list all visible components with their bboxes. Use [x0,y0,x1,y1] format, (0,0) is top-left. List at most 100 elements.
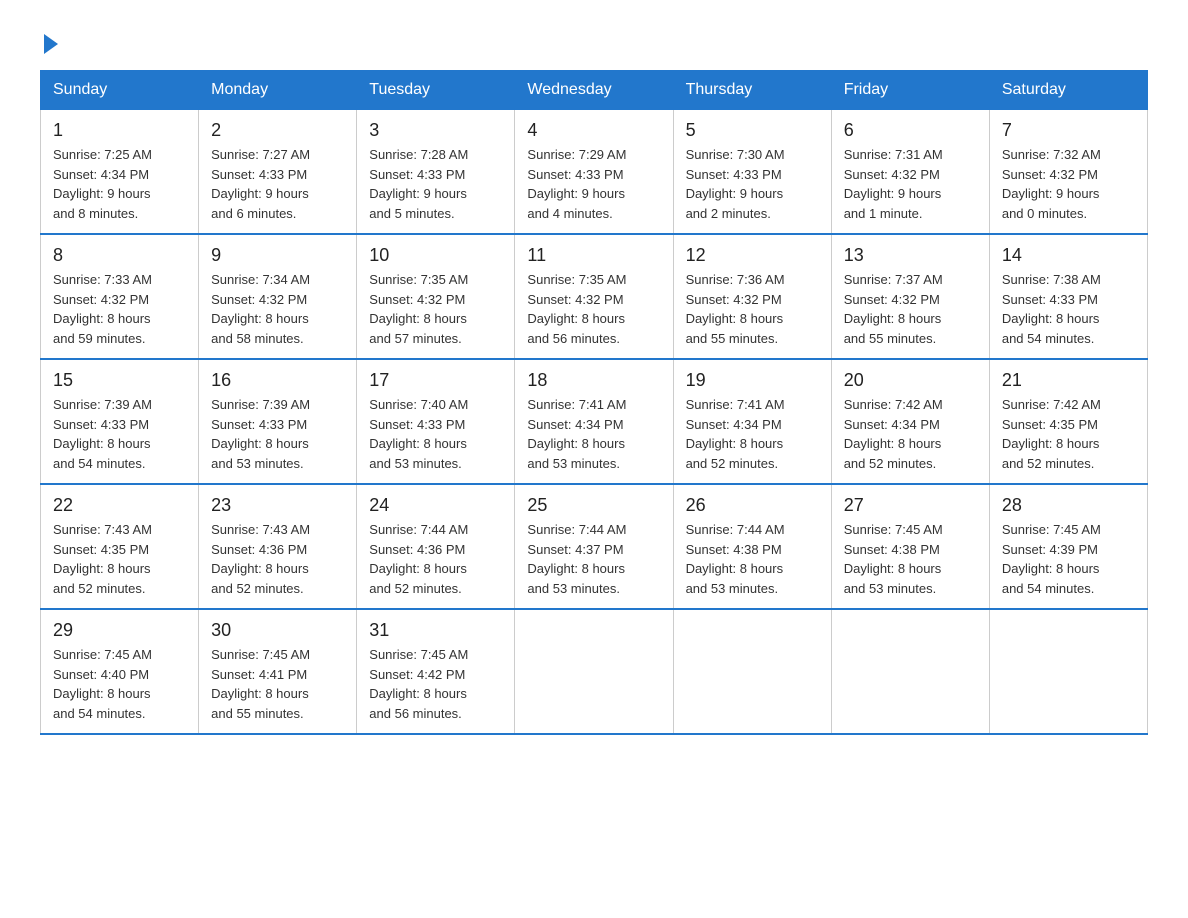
calendar-cell: 7 Sunrise: 7:32 AM Sunset: 4:32 PM Dayli… [989,110,1147,235]
weekday-header-sunday: Sunday [41,71,199,110]
day-number: 9 [211,245,344,266]
calendar-week-2: 8 Sunrise: 7:33 AM Sunset: 4:32 PM Dayli… [41,234,1148,359]
day-number: 30 [211,620,344,641]
day-number: 8 [53,245,186,266]
calendar-cell: 26 Sunrise: 7:44 AM Sunset: 4:38 PM Dayl… [673,484,831,609]
day-info: Sunrise: 7:27 AM Sunset: 4:33 PM Dayligh… [211,145,344,223]
day-number: 18 [527,370,660,391]
day-number: 31 [369,620,502,641]
day-number: 14 [1002,245,1135,266]
calendar-cell: 28 Sunrise: 7:45 AM Sunset: 4:39 PM Dayl… [989,484,1147,609]
day-info: Sunrise: 7:30 AM Sunset: 4:33 PM Dayligh… [686,145,819,223]
day-info: Sunrise: 7:29 AM Sunset: 4:33 PM Dayligh… [527,145,660,223]
calendar-cell: 16 Sunrise: 7:39 AM Sunset: 4:33 PM Dayl… [199,359,357,484]
calendar-cell: 11 Sunrise: 7:35 AM Sunset: 4:32 PM Dayl… [515,234,673,359]
calendar-week-1: 1 Sunrise: 7:25 AM Sunset: 4:34 PM Dayli… [41,110,1148,235]
day-number: 17 [369,370,502,391]
calendar-cell: 14 Sunrise: 7:38 AM Sunset: 4:33 PM Dayl… [989,234,1147,359]
day-info: Sunrise: 7:28 AM Sunset: 4:33 PM Dayligh… [369,145,502,223]
calendar-cell: 6 Sunrise: 7:31 AM Sunset: 4:32 PM Dayli… [831,110,989,235]
calendar-cell [515,609,673,734]
calendar-cell: 22 Sunrise: 7:43 AM Sunset: 4:35 PM Dayl… [41,484,199,609]
day-info: Sunrise: 7:39 AM Sunset: 4:33 PM Dayligh… [53,395,186,473]
day-info: Sunrise: 7:43 AM Sunset: 4:35 PM Dayligh… [53,520,186,598]
day-info: Sunrise: 7:41 AM Sunset: 4:34 PM Dayligh… [527,395,660,473]
day-info: Sunrise: 7:41 AM Sunset: 4:34 PM Dayligh… [686,395,819,473]
day-info: Sunrise: 7:35 AM Sunset: 4:32 PM Dayligh… [527,270,660,348]
calendar-cell: 13 Sunrise: 7:37 AM Sunset: 4:32 PM Dayl… [831,234,989,359]
day-number: 2 [211,120,344,141]
day-number: 11 [527,245,660,266]
calendar-cell: 15 Sunrise: 7:39 AM Sunset: 4:33 PM Dayl… [41,359,199,484]
day-number: 6 [844,120,977,141]
calendar-cell [831,609,989,734]
calendar-cell: 30 Sunrise: 7:45 AM Sunset: 4:41 PM Dayl… [199,609,357,734]
calendar-cell: 24 Sunrise: 7:44 AM Sunset: 4:36 PM Dayl… [357,484,515,609]
day-number: 24 [369,495,502,516]
calendar-week-5: 29 Sunrise: 7:45 AM Sunset: 4:40 PM Dayl… [41,609,1148,734]
day-info: Sunrise: 7:39 AM Sunset: 4:33 PM Dayligh… [211,395,344,473]
day-info: Sunrise: 7:44 AM Sunset: 4:38 PM Dayligh… [686,520,819,598]
logo [40,30,58,50]
day-number: 12 [686,245,819,266]
day-info: Sunrise: 7:42 AM Sunset: 4:34 PM Dayligh… [844,395,977,473]
calendar-table: SundayMondayTuesdayWednesdayThursdayFrid… [40,70,1148,735]
weekday-header-tuesday: Tuesday [357,71,515,110]
day-number: 27 [844,495,977,516]
weekday-header-monday: Monday [199,71,357,110]
day-info: Sunrise: 7:40 AM Sunset: 4:33 PM Dayligh… [369,395,502,473]
calendar-cell: 19 Sunrise: 7:41 AM Sunset: 4:34 PM Dayl… [673,359,831,484]
calendar-cell [673,609,831,734]
calendar-cell: 23 Sunrise: 7:43 AM Sunset: 4:36 PM Dayl… [199,484,357,609]
weekday-header-thursday: Thursday [673,71,831,110]
day-number: 16 [211,370,344,391]
day-info: Sunrise: 7:44 AM Sunset: 4:37 PM Dayligh… [527,520,660,598]
calendar-body: 1 Sunrise: 7:25 AM Sunset: 4:34 PM Dayli… [41,110,1148,735]
day-info: Sunrise: 7:33 AM Sunset: 4:32 PM Dayligh… [53,270,186,348]
day-info: Sunrise: 7:44 AM Sunset: 4:36 PM Dayligh… [369,520,502,598]
calendar-cell: 17 Sunrise: 7:40 AM Sunset: 4:33 PM Dayl… [357,359,515,484]
calendar-cell [989,609,1147,734]
day-number: 20 [844,370,977,391]
day-number: 26 [686,495,819,516]
day-info: Sunrise: 7:25 AM Sunset: 4:34 PM Dayligh… [53,145,186,223]
page-header [40,30,1148,50]
day-number: 15 [53,370,186,391]
day-info: Sunrise: 7:45 AM Sunset: 4:41 PM Dayligh… [211,645,344,723]
day-info: Sunrise: 7:37 AM Sunset: 4:32 PM Dayligh… [844,270,977,348]
calendar-cell: 10 Sunrise: 7:35 AM Sunset: 4:32 PM Dayl… [357,234,515,359]
calendar-week-3: 15 Sunrise: 7:39 AM Sunset: 4:33 PM Dayl… [41,359,1148,484]
day-number: 22 [53,495,186,516]
day-info: Sunrise: 7:36 AM Sunset: 4:32 PM Dayligh… [686,270,819,348]
day-info: Sunrise: 7:42 AM Sunset: 4:35 PM Dayligh… [1002,395,1135,473]
day-info: Sunrise: 7:35 AM Sunset: 4:32 PM Dayligh… [369,270,502,348]
day-info: Sunrise: 7:32 AM Sunset: 4:32 PM Dayligh… [1002,145,1135,223]
day-info: Sunrise: 7:31 AM Sunset: 4:32 PM Dayligh… [844,145,977,223]
day-info: Sunrise: 7:45 AM Sunset: 4:38 PM Dayligh… [844,520,977,598]
day-number: 13 [844,245,977,266]
day-number: 23 [211,495,344,516]
calendar-cell: 3 Sunrise: 7:28 AM Sunset: 4:33 PM Dayli… [357,110,515,235]
day-number: 29 [53,620,186,641]
weekday-header-wednesday: Wednesday [515,71,673,110]
day-number: 7 [1002,120,1135,141]
calendar-week-4: 22 Sunrise: 7:43 AM Sunset: 4:35 PM Dayl… [41,484,1148,609]
weekday-header-saturday: Saturday [989,71,1147,110]
calendar-cell: 27 Sunrise: 7:45 AM Sunset: 4:38 PM Dayl… [831,484,989,609]
day-number: 21 [1002,370,1135,391]
day-number: 1 [53,120,186,141]
calendar-header: SundayMondayTuesdayWednesdayThursdayFrid… [41,71,1148,110]
calendar-cell: 20 Sunrise: 7:42 AM Sunset: 4:34 PM Dayl… [831,359,989,484]
day-number: 19 [686,370,819,391]
logo-arrow-icon [44,34,58,54]
calendar-cell: 21 Sunrise: 7:42 AM Sunset: 4:35 PM Dayl… [989,359,1147,484]
weekday-header-friday: Friday [831,71,989,110]
day-info: Sunrise: 7:34 AM Sunset: 4:32 PM Dayligh… [211,270,344,348]
day-number: 5 [686,120,819,141]
weekday-row: SundayMondayTuesdayWednesdayThursdayFrid… [41,71,1148,110]
calendar-cell: 12 Sunrise: 7:36 AM Sunset: 4:32 PM Dayl… [673,234,831,359]
calendar-cell: 8 Sunrise: 7:33 AM Sunset: 4:32 PM Dayli… [41,234,199,359]
calendar-cell: 1 Sunrise: 7:25 AM Sunset: 4:34 PM Dayli… [41,110,199,235]
day-info: Sunrise: 7:45 AM Sunset: 4:39 PM Dayligh… [1002,520,1135,598]
calendar-cell: 9 Sunrise: 7:34 AM Sunset: 4:32 PM Dayli… [199,234,357,359]
